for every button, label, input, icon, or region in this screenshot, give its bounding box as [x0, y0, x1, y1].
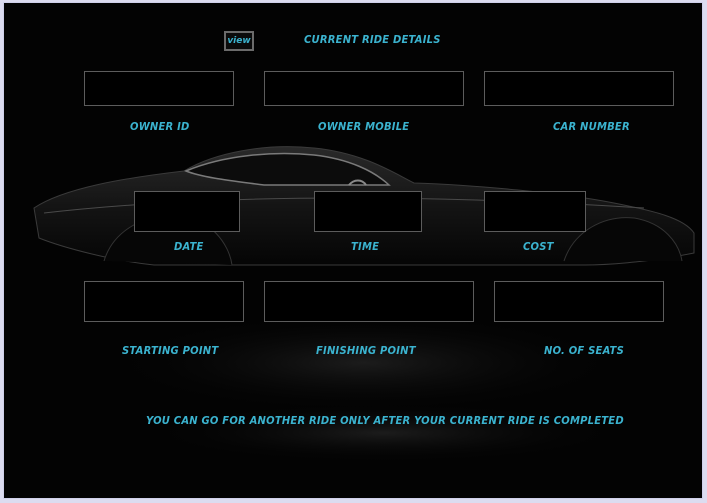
date-field[interactable] [134, 191, 240, 232]
date-label: DATE [174, 241, 204, 254]
owner-mobile-field[interactable] [264, 71, 464, 106]
page-title: CURRENT RIDE DETAILS [304, 34, 441, 47]
no-of-seats-field[interactable] [494, 281, 664, 322]
car-number-label: CAR NUMBER [553, 121, 630, 134]
starting-point-label: STARTING POINT [122, 345, 219, 358]
no-of-seats-label: NO. OF SEATS [544, 345, 624, 358]
finishing-point-field[interactable] [264, 281, 474, 322]
view-button[interactable]: view [224, 31, 254, 51]
time-label: TIME [351, 241, 380, 254]
cost-field[interactable] [484, 191, 586, 232]
owner-id-field[interactable] [84, 71, 234, 106]
owner-id-label: OWNER ID [130, 121, 190, 134]
cost-label: COST [523, 241, 554, 254]
time-field[interactable] [314, 191, 422, 232]
ride-notice: YOU CAN GO FOR ANOTHER RIDE ONLY AFTER Y… [146, 415, 624, 428]
finishing-point-label: FINISHING POINT [316, 345, 416, 358]
owner-mobile-label: OWNER MOBILE [318, 121, 410, 134]
starting-point-field[interactable] [84, 281, 244, 322]
app-window: view CURRENT RIDE DETAILS OWNER ID OWNER… [3, 2, 703, 499]
car-number-field[interactable] [484, 71, 674, 106]
